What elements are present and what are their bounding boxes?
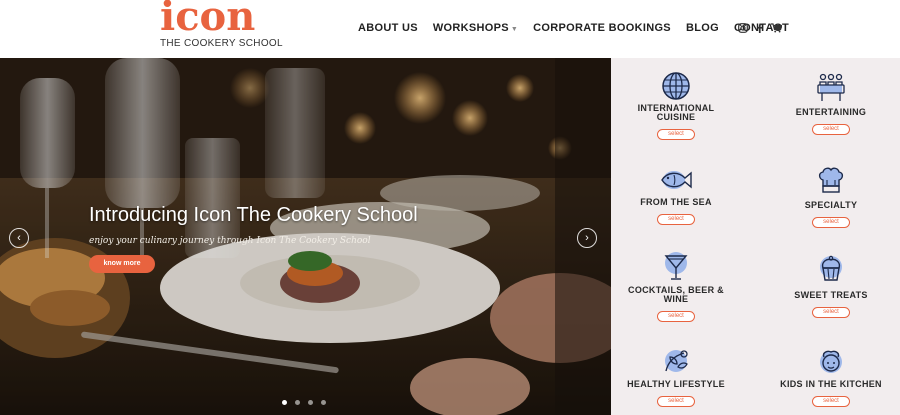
nav-blog[interactable]: BLOG — [686, 22, 719, 34]
category-label: ENTERTAINING — [795, 107, 867, 117]
category-sweet-treats: SWEET TREATS select — [766, 253, 896, 318]
category-label: INTERNATIONAL CUISINE — [637, 103, 715, 122]
site-header: icon THE COOKERY SCHOOL ABOUT US WORKSHO… — [0, 0, 900, 58]
chevron-left-icon: ‹ — [17, 232, 21, 244]
know-more-button[interactable]: know more — [89, 255, 155, 273]
category-entertaining: ENTERTAINING select — [766, 72, 896, 135]
slider-prev-button[interactable]: ‹ — [9, 228, 29, 248]
slider-dot-3[interactable] — [308, 400, 313, 405]
hero-title: Introducing Icon The Cookery School — [89, 204, 418, 226]
category-cocktails-beer-wine: COCKTAILS, BEER & WINE select — [611, 251, 741, 322]
slider-pagination — [282, 400, 334, 405]
chef-hat-icon — [815, 164, 847, 196]
nav-corporate-bookings[interactable]: CORPORATE BOOKINGS — [533, 22, 671, 34]
globe-icon — [660, 70, 692, 102]
category-specialty: SPECIALTY select — [766, 164, 896, 228]
facebook-icon[interactable] — [756, 20, 763, 38]
hero-slider: Introducing Icon The Cookery School enjo… — [0, 58, 611, 415]
cupcake-icon — [815, 253, 847, 285]
nav-workshops-label: WORKSHOPS — [432, 22, 509, 34]
category-label: SWEET TREATS — [794, 290, 868, 300]
logo-subtitle: THE COOKERY SCHOOL — [160, 38, 283, 49]
select-button[interactable]: select — [812, 307, 850, 318]
category-label: FROM THE SEA — [640, 197, 712, 207]
select-button[interactable]: select — [657, 129, 695, 140]
category-label: HEALTHY LIFESTYLE — [627, 379, 725, 389]
cocktail-icon — [660, 251, 692, 283]
nav-about-us[interactable]: ABOUT US — [358, 22, 418, 34]
nav-workshops[interactable]: WORKSHOPS ▼ — [433, 22, 518, 34]
select-button[interactable]: select — [812, 217, 850, 228]
category-healthy-lifestyle: HEALTHY LIFESTYLE select — [611, 345, 741, 407]
logo-wordmark: icon — [160, 0, 256, 40]
kid-chef-icon — [815, 345, 847, 377]
cart-icon[interactable] — [771, 20, 783, 38]
fish-icon — [658, 164, 694, 196]
slider-dot-2[interactable] — [295, 400, 300, 405]
instagram-icon[interactable] — [738, 20, 748, 38]
category-label: COCKTAILS, BEER & WINE — [628, 285, 724, 304]
select-button[interactable]: select — [812, 124, 850, 135]
select-button[interactable]: select — [812, 396, 850, 407]
chevron-down-icon: ▼ — [510, 26, 519, 33]
category-from-the-sea: FROM THE SEA select — [611, 164, 741, 225]
category-kids-in-the-kitchen: KIDS IN THE KITCHEN select — [766, 345, 896, 407]
dinner-party-icon — [815, 72, 847, 104]
select-button[interactable]: select — [657, 214, 695, 225]
select-button[interactable]: select — [657, 311, 695, 322]
chevron-right-icon: › — [585, 232, 589, 244]
slider-next-button[interactable]: › — [577, 228, 597, 248]
slider-dot-4[interactable] — [321, 400, 326, 405]
category-label: SPECIALTY — [804, 200, 858, 210]
social-links — [738, 20, 790, 38]
slider-dot-1[interactable] — [282, 400, 287, 405]
workshop-categories: INTERNATIONAL CUISINE select ENTERTAININ… — [611, 58, 900, 415]
healthy-food-icon — [660, 345, 692, 377]
site-logo[interactable]: icon THE COOKERY SCHOOL — [160, 0, 283, 51]
category-label: KIDS IN THE KITCHEN — [780, 379, 882, 389]
category-international-cuisine: INTERNATIONAL CUISINE select — [611, 70, 741, 140]
hero-subtitle: enjoy your culinary journey through Icon… — [89, 236, 371, 246]
select-button[interactable]: select — [657, 396, 695, 407]
